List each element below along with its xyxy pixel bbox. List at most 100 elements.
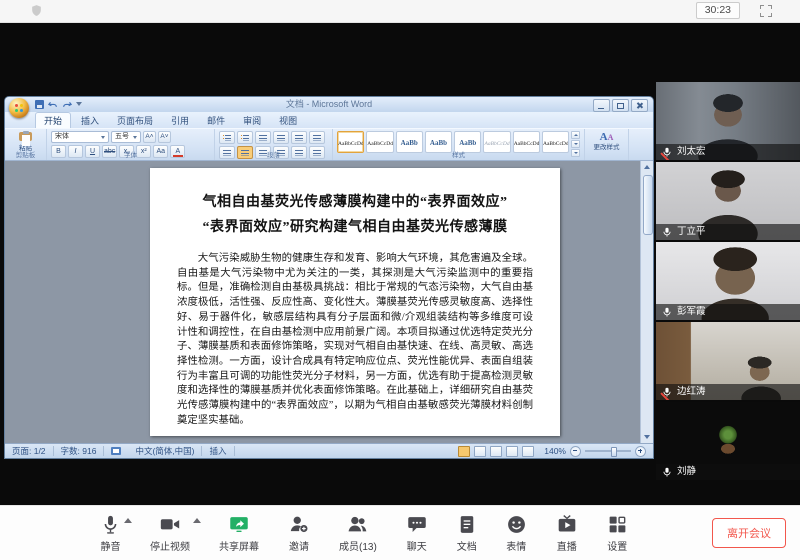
minimize-icon[interactable] [593, 99, 610, 112]
participant-name: 彭军霞 [677, 304, 706, 320]
change-styles-button[interactable]: AA 更改样式 [585, 129, 629, 160]
mute-button[interactable]: 静音 [100, 514, 121, 553]
document-page[interactable]: 气相自由基荧光传感薄膜构建中的“表界面效应” “表界面效应”研究构建气相自由基荧… [150, 168, 560, 436]
zoom-level[interactable]: 140% [544, 446, 566, 456]
settings-button[interactable]: 设置 [607, 514, 628, 553]
audio-options-caret[interactable] [124, 518, 132, 523]
shared-word-window: 文档 - Microsoft Word 开始 插入 页面布局 引用 邮件 审阅 … [5, 97, 653, 458]
tab-mailings[interactable]: 邮件 [199, 113, 233, 128]
save-icon[interactable] [35, 100, 44, 109]
web-layout-view-icon[interactable] [490, 446, 502, 457]
stop-video-button[interactable]: 停止视频 [150, 514, 190, 553]
style-chip[interactable]: AaBbCcDd 不明显强调 [483, 131, 510, 153]
grow-font-icon[interactable]: A˄ [143, 131, 156, 143]
style-chip[interactable]: AaBbCcDd 无间隔 [366, 131, 393, 153]
mic-icon [662, 467, 672, 478]
draft-view-icon[interactable] [522, 446, 534, 457]
bullets-icon[interactable] [219, 131, 235, 144]
zoom-slider-knob[interactable] [611, 447, 617, 457]
share-screen-button[interactable]: 共享屏幕 [219, 514, 259, 553]
tab-references[interactable]: 引用 [163, 113, 197, 128]
style-chip[interactable]: AaBb 标题 1 [396, 131, 423, 153]
qat-options-caret[interactable] [76, 102, 82, 106]
meeting-timer: 30:23 [696, 2, 740, 19]
toolbar-buttons: 静音 停止视频 共享屏幕 [100, 514, 628, 553]
microphone-icon [100, 514, 121, 535]
members-button[interactable]: 成员(13) [339, 514, 377, 553]
style-chip[interactable]: AaBb 标题 2 [425, 131, 452, 153]
outline-view-icon[interactable] [506, 446, 518, 457]
style-chip[interactable]: AaBb 标题 [454, 131, 481, 153]
shrink-font-icon[interactable]: A˅ [158, 131, 171, 143]
scrollbar-thumb[interactable] [643, 175, 653, 235]
show-marks-icon[interactable] [309, 131, 325, 144]
video-tile[interactable]: 刘静 [656, 402, 800, 480]
insert-mode: 插入 [202, 446, 234, 456]
language-indicator: 中文(简体,中国) [128, 446, 202, 456]
tab-home[interactable]: 开始 [35, 112, 71, 128]
clipboard-group: 粘贴 剪贴板 [5, 129, 47, 160]
video-options-caret[interactable] [193, 518, 201, 523]
fullscreen-reading-view-icon[interactable] [474, 446, 486, 457]
invite-person-icon [288, 514, 310, 535]
numbering-icon[interactable] [237, 131, 253, 144]
undo-icon[interactable] [48, 99, 58, 109]
tab-review[interactable]: 审阅 [235, 113, 269, 128]
document-icon [457, 514, 477, 535]
zoom-in-icon[interactable] [635, 446, 646, 457]
increase-indent-icon[interactable] [273, 131, 289, 144]
style-chip[interactable]: AaBbCcDd 明显强调 [542, 131, 569, 153]
documents-button[interactable]: 文档 [457, 514, 477, 553]
vertical-scrollbar[interactable] [640, 161, 653, 443]
style-chip[interactable]: AaBbCcDd 正文 [337, 131, 364, 153]
document-title-line2: “表界面效应”研究构建气相自由基荧光传感薄膜 [177, 215, 533, 240]
video-tile[interactable]: 丁立平 [656, 162, 800, 240]
scroll-up-icon[interactable] [644, 165, 650, 169]
video-tile[interactable]: 彭军霞 [656, 242, 800, 320]
maximize-icon[interactable] [612, 99, 629, 112]
participant-nametag: 边红涛 [656, 384, 800, 400]
office-button[interactable] [9, 98, 29, 118]
font-group: 宋体 五号 A˄ A˅ B I U abc x₂ x² Aa A 字体 [47, 129, 215, 160]
close-icon[interactable] [631, 99, 648, 112]
font-name-select[interactable]: 宋体 [51, 131, 109, 143]
participant-name: 边红涛 [677, 384, 706, 400]
spellcheck-icon[interactable] [111, 447, 121, 455]
participant-nametag: 丁立平 [656, 224, 800, 240]
leave-meeting-button[interactable]: 离开会议 [712, 518, 786, 548]
paste-icon[interactable] [19, 132, 32, 141]
mic-icon [662, 307, 672, 318]
fullscreen-icon[interactable] [760, 5, 772, 17]
gallery-up-icon[interactable] [571, 131, 580, 139]
tab-insert[interactable]: 插入 [73, 113, 107, 128]
gallery-down-icon[interactable] [571, 140, 580, 148]
decrease-indent-icon[interactable] [255, 131, 271, 144]
tab-view[interactable]: 视图 [271, 113, 305, 128]
ribbon-spacer [629, 129, 653, 160]
style-chip[interactable]: AaBbCcDd 强调 [513, 131, 540, 153]
emoji-button[interactable]: 表情 [506, 514, 527, 553]
tab-page-layout[interactable]: 页面布局 [109, 113, 161, 128]
mic-muted-icon [662, 387, 672, 398]
zoom-out-icon[interactable] [570, 446, 581, 457]
emoji-smiley-icon [506, 514, 527, 535]
meeting-toolbar: 静音 停止视频 共享屏幕 [0, 505, 800, 560]
redo-icon[interactable] [62, 99, 72, 109]
sort-icon[interactable] [291, 131, 307, 144]
document-title-line1: 气相自由基荧光传感薄膜构建中的“表界面效应” [177, 190, 533, 215]
video-tile[interactable]: 边红涛 [656, 322, 800, 400]
print-layout-view-icon[interactable] [458, 446, 470, 457]
font-size-select[interactable]: 五号 [111, 131, 141, 143]
live-stream-button[interactable]: 直播 [556, 514, 578, 553]
view-zoom-controls: 140% [458, 446, 646, 457]
word-count: 字数: 916 [54, 446, 105, 456]
window-controls [593, 99, 648, 112]
zoom-slider[interactable] [585, 450, 631, 452]
word-statusbar: 页面: 1/2 字数: 916 中文(简体,中国) 插入 140% [5, 443, 653, 458]
chat-bubble-icon [406, 514, 428, 535]
ribbon-tabs: 开始 插入 页面布局 引用 邮件 审阅 视图 [5, 112, 653, 128]
video-tile[interactable]: 刘太宏 [656, 82, 800, 160]
invite-button[interactable]: 邀请 [288, 514, 310, 553]
scroll-down-icon[interactable] [644, 435, 650, 439]
chat-button[interactable]: 聊天 [406, 514, 428, 553]
